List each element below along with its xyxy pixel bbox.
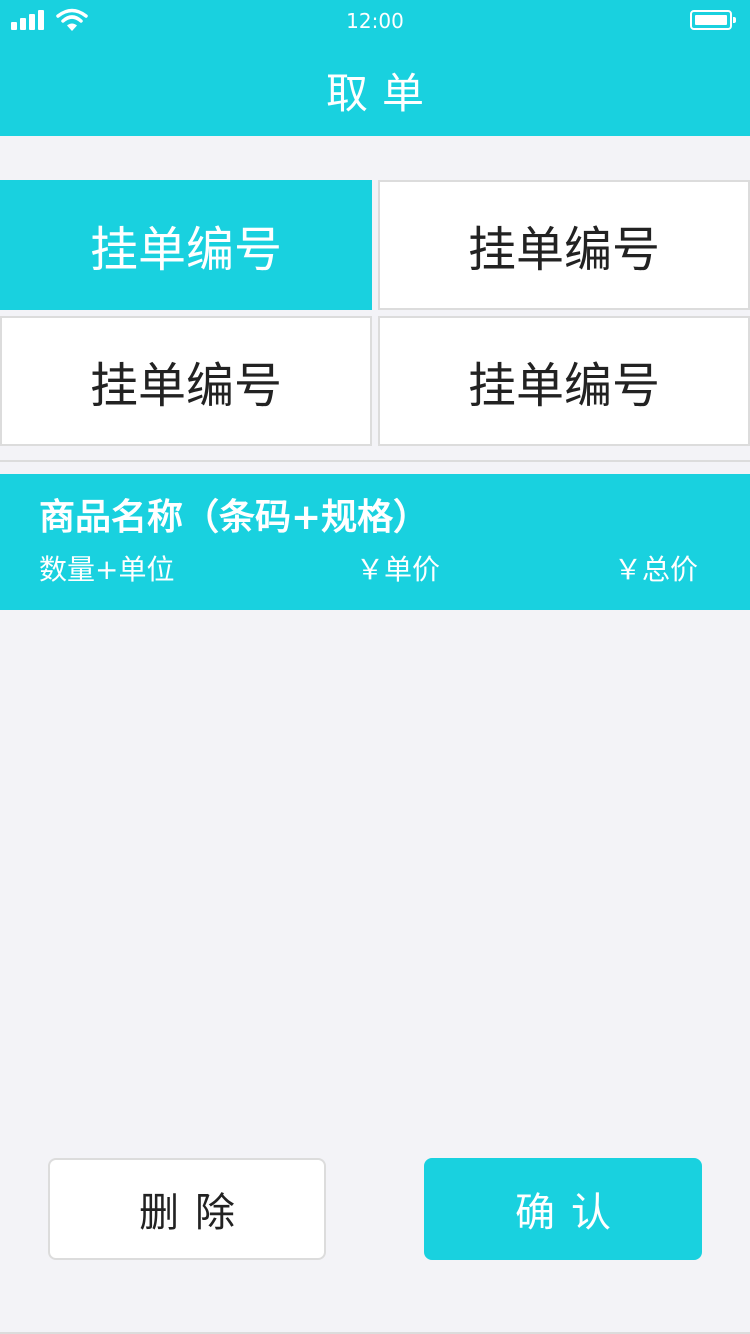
product-total-price: ￥总价 <box>614 553 699 586</box>
held-order-tile-2[interactable]: 挂单编号 <box>378 180 750 310</box>
header-bar: 12:00 取单 <box>0 0 750 136</box>
held-order-grid: 挂单编号 挂单编号 挂单编号 挂单编号 <box>0 180 750 446</box>
product-quantity: 数量+单位 <box>39 553 175 586</box>
page-title: 取单 <box>325 69 438 118</box>
held-order-tile-4[interactable]: 挂单编号 <box>378 316 750 446</box>
delete-button[interactable]: 删除 <box>48 1158 326 1260</box>
product-name: 商品名称（条码+规格） <box>39 497 430 538</box>
product-unit-price: ￥单价 <box>356 553 441 586</box>
held-order-tile-3[interactable]: 挂单编号 <box>0 316 372 446</box>
status-bar: 12:00 <box>0 0 750 40</box>
confirm-button[interactable]: 确认 <box>424 1158 702 1260</box>
battery-icon <box>690 10 736 30</box>
held-order-tile-1[interactable]: 挂单编号 <box>0 180 372 310</box>
product-row[interactable]: 商品名称（条码+规格） 数量+单位 ￥单价 ￥总价 <box>0 474 750 610</box>
status-time: 12:00 <box>346 9 404 33</box>
section-divider <box>0 460 750 462</box>
screen: 12:00 取单 挂单编号 挂单编号 挂单编号 挂单编号 商品名称（条码+规格）… <box>0 0 750 1334</box>
